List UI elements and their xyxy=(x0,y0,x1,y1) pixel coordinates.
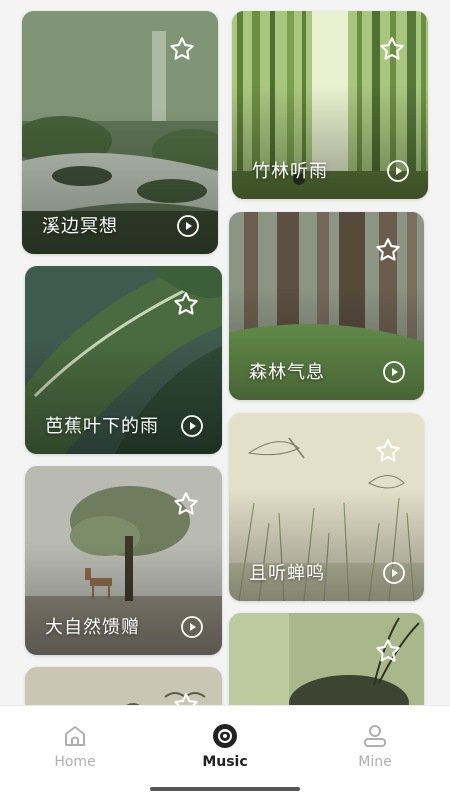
nav-label-music: Music xyxy=(202,754,248,770)
nav-label-home: Home xyxy=(54,754,96,770)
home-icon xyxy=(65,726,85,746)
nav-label-mine: Mine xyxy=(358,754,392,770)
track-card-forest-breath[interactable]: 森林气息 xyxy=(229,212,424,400)
favorite-star-icon[interactable] xyxy=(378,35,406,63)
track-title: 竹林听雨 xyxy=(252,161,328,182)
track-title: 芭蕉叶下的雨 xyxy=(45,416,159,437)
favorite-star-icon[interactable] xyxy=(374,437,402,465)
user-icon xyxy=(364,725,386,747)
favorite-star-icon[interactable] xyxy=(168,35,196,63)
favorite-star-icon[interactable] xyxy=(374,236,402,264)
track-title: 大自然馈赠 xyxy=(45,617,140,638)
play-circle-icon[interactable] xyxy=(382,360,406,384)
music-gallery-screen: 溪边冥想 竹林听雨 芭蕉叶下的雨 森林气息 大自然馈赠 且听蝉鸣 Home Mu… xyxy=(0,0,450,800)
track-card-stream-meditation[interactable]: 溪边冥想 xyxy=(22,11,218,254)
favorite-star-icon[interactable] xyxy=(172,290,200,318)
track-title: 森林气息 xyxy=(249,362,325,383)
track-card-bamboo-rain[interactable]: 竹林听雨 xyxy=(232,11,428,199)
play-circle-icon[interactable] xyxy=(382,561,406,585)
nav-tab-home[interactable]: Home xyxy=(25,722,125,770)
play-circle-icon[interactable] xyxy=(386,159,410,183)
play-circle-icon[interactable] xyxy=(180,414,204,438)
vinyl-disc-icon xyxy=(213,724,237,748)
favorite-star-icon[interactable] xyxy=(172,490,200,518)
track-card-nature-gift[interactable]: 大自然馈赠 xyxy=(25,466,222,655)
nav-tab-mine[interactable]: Mine xyxy=(325,722,425,770)
home-indicator[interactable] xyxy=(150,787,300,791)
nav-tab-music[interactable]: Music xyxy=(175,722,275,770)
track-title: 且听蝉鸣 xyxy=(249,563,325,584)
bottom-navigation: Home Music Mine xyxy=(0,705,450,800)
play-circle-icon[interactable] xyxy=(180,615,204,639)
track-card-cicada-song[interactable]: 且听蝉鸣 xyxy=(229,413,424,601)
track-card-banana-leaf-rain[interactable]: 芭蕉叶下的雨 xyxy=(25,266,222,454)
track-title: 溪边冥想 xyxy=(42,216,118,237)
play-circle-icon[interactable] xyxy=(176,214,200,238)
favorite-star-icon[interactable] xyxy=(374,637,402,665)
